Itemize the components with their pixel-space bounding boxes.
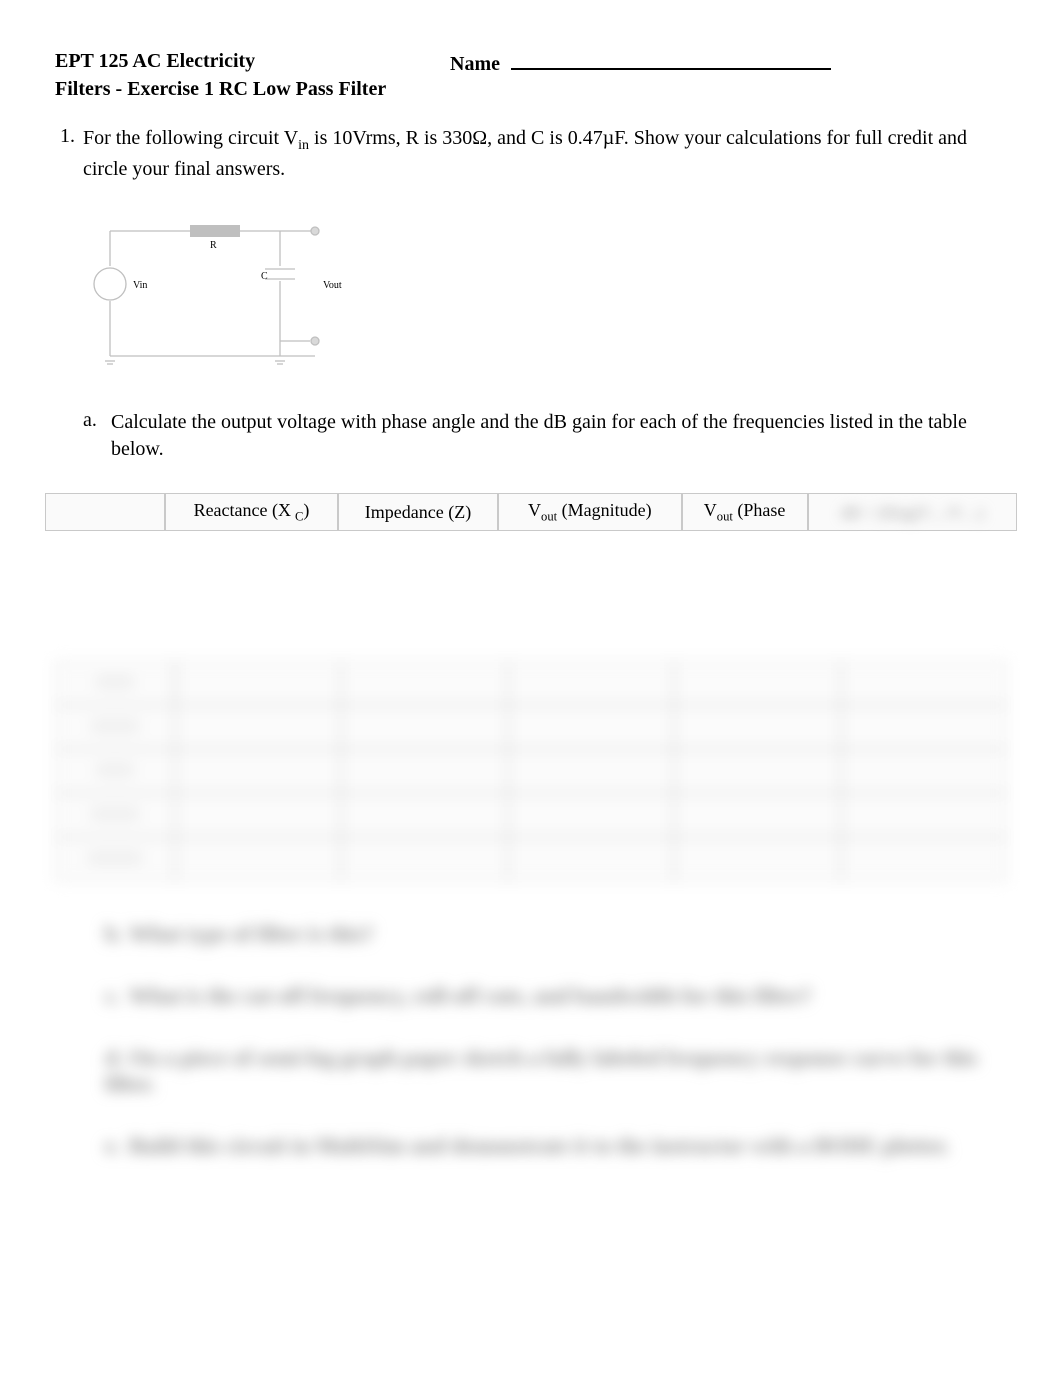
q1-vin-sub: in xyxy=(298,138,309,153)
th-db: dB = 20log(V…/V…) xyxy=(808,493,1017,532)
th-reactance: Reactance (XC) xyxy=(165,493,338,532)
sub-a-letter: a. xyxy=(83,409,111,463)
table-row xyxy=(55,749,1007,793)
table-row xyxy=(55,661,1007,705)
th-reactance-pre: Reactance (X xyxy=(194,500,291,520)
course-title: EPT 125 AC Electricity xyxy=(55,50,450,76)
circuit-svg: R C Vin Vout xyxy=(85,211,365,381)
th-impedance: Impedance (Z) xyxy=(338,493,498,532)
data-table: Reactance (XC) Impedance (Z) Vout (Magni… xyxy=(45,493,1017,532)
q1-text-a: For the following circuit V xyxy=(83,127,298,149)
name-blank-line[interactable] xyxy=(511,50,831,70)
question-number: 1. xyxy=(55,125,83,183)
th-db-blur: dB = 20log(V…/V…) xyxy=(841,505,983,522)
name-label: Name xyxy=(450,53,500,75)
sub-question-a: a. Calculate the output voltage with pha… xyxy=(83,409,1007,463)
th-vout-phase: Vout (Phase xyxy=(682,493,808,532)
table-row xyxy=(55,793,1007,837)
th-vph-pre: V xyxy=(704,500,717,520)
blurred-sub-questions: b.What type of filter is this? c.What is… xyxy=(105,921,1007,1159)
freq-stub xyxy=(90,807,140,821)
sub-a-text: Calculate the output voltage with phase … xyxy=(111,409,1007,463)
freq-stub xyxy=(87,851,143,865)
th-vmag-post: (Magnitude) xyxy=(557,500,651,520)
freq-stub xyxy=(95,675,135,689)
sub-c-text: What is the cut-off frequency, roll-off … xyxy=(129,983,812,1008)
freq-stub xyxy=(95,763,135,777)
sub-question-c: c.What is the cut-off frequency, roll-of… xyxy=(105,983,1007,1009)
th-blank xyxy=(45,493,165,532)
th-vph-sub: out xyxy=(717,509,733,523)
sub-question-e: e.Build this circuit in MultiSim and dem… xyxy=(105,1133,1007,1159)
blurred-content: b.What type of filter is this? c.What is… xyxy=(55,661,1007,1159)
circuit-label-r: R xyxy=(210,240,217,251)
th-vmag-pre: V xyxy=(528,500,541,520)
circuit-label-vin: Vin xyxy=(133,280,147,291)
circuit-label-vout: Vout xyxy=(323,280,342,291)
table-row xyxy=(55,705,1007,749)
sub-d-text: On a piece of semi-log graph paper sketc… xyxy=(105,1045,977,1096)
th-vmag-sub: out xyxy=(541,509,557,523)
th-reactance-post: ) xyxy=(303,500,309,520)
th-vout-mag: Vout (Magnitude) xyxy=(498,493,682,532)
question-1-body: For the following circuit Vin is 10Vrms,… xyxy=(83,125,1007,183)
sub-question-d: d.On a piece of semi-log graph paper ske… xyxy=(105,1045,1007,1097)
data-table-wrap: Reactance (XC) Impedance (Z) Vout (Magni… xyxy=(45,493,1017,532)
blurred-table-rows xyxy=(55,661,1007,881)
sub-question-b: b.What type of filter is this? xyxy=(105,921,1007,947)
name-field-wrap: Name xyxy=(450,50,831,76)
circuit-diagram: R C Vin Vout xyxy=(85,211,365,381)
freq-stub xyxy=(90,719,140,733)
header-row: EPT 125 AC Electricity Name xyxy=(55,50,1007,76)
sub-e-text: Build this circuit in MultiSim and demon… xyxy=(129,1133,949,1158)
table-row xyxy=(55,837,1007,881)
th-vph-post: (Phase xyxy=(733,500,786,520)
question-1: 1. For the following circuit Vin is 10Vr… xyxy=(55,125,1007,183)
table-header-row: Reactance (XC) Impedance (Z) Vout (Magni… xyxy=(45,493,1017,532)
worksheet-subtitle: Filters - Exercise 1 RC Low Pass Filter xyxy=(55,78,1007,101)
sub-b-text: What type of filter is this? xyxy=(129,921,374,946)
circuit-label-c: C xyxy=(261,271,268,282)
